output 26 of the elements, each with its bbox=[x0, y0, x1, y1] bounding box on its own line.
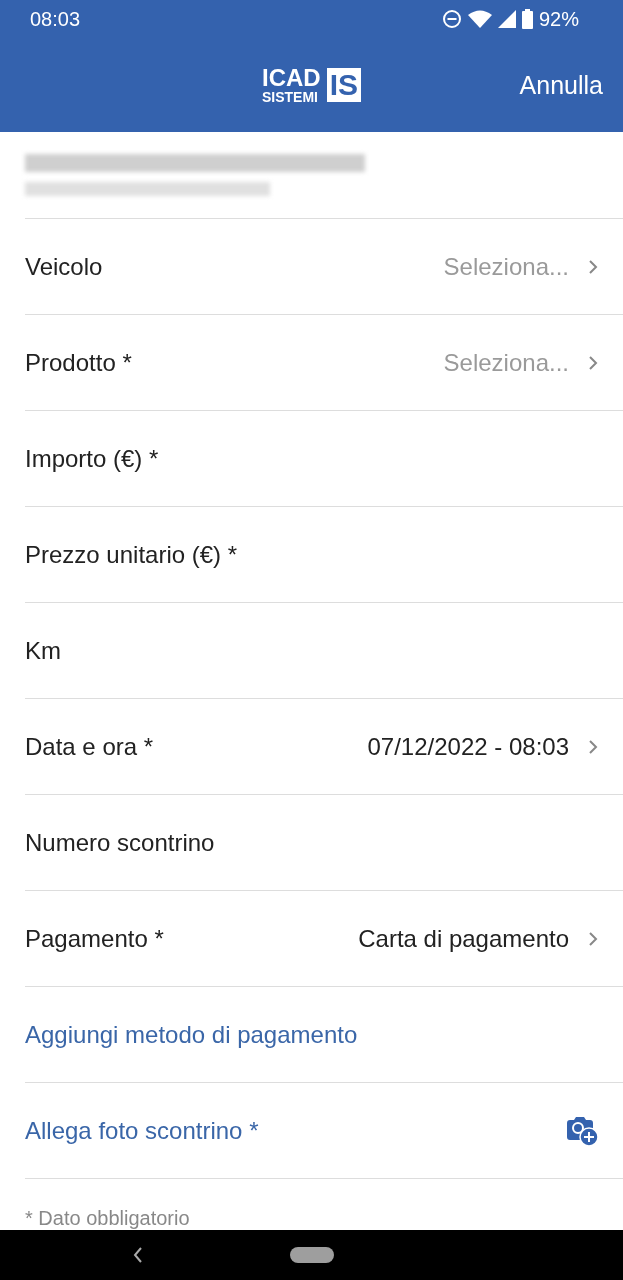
field-label: Prodotto * bbox=[25, 348, 132, 377]
add-photo-icon[interactable] bbox=[565, 1114, 599, 1147]
status-time: 08:03 bbox=[30, 7, 81, 31]
attach-photo-link[interactable]: Allega foto scontrino * bbox=[25, 1116, 259, 1145]
cancel-button[interactable]: Annulla bbox=[519, 70, 603, 100]
add-payment-link[interactable]: Aggiungi metodo di pagamento bbox=[25, 1020, 358, 1049]
input-field[interactable]: Prezzo unitario (€) * bbox=[25, 507, 599, 602]
field-label: Data e ora * bbox=[25, 732, 154, 761]
signal-icon bbox=[497, 10, 516, 28]
field-label: Veicolo bbox=[25, 252, 103, 281]
battery-percent: 92% bbox=[538, 7, 579, 31]
battery-icon bbox=[521, 9, 533, 29]
back-icon[interactable] bbox=[132, 1245, 144, 1265]
logo-text: ICAD bbox=[262, 66, 321, 90]
home-button[interactable] bbox=[290, 1247, 334, 1263]
do-not-disturb-icon bbox=[441, 9, 462, 29]
input-field[interactable]: Numero scontrino bbox=[25, 795, 599, 890]
select-field[interactable]: 07/12/2022 - 08:03 bbox=[367, 732, 599, 761]
required-note: * Dato obbligatorio bbox=[25, 1207, 191, 1230]
wifi-icon bbox=[467, 10, 492, 28]
logo-subtext: SISTEMI bbox=[262, 90, 318, 104]
logo-mark: IS bbox=[326, 68, 361, 102]
field-label: Pagamento * bbox=[25, 924, 164, 953]
input-field[interactable]: Importo (€) * bbox=[25, 411, 599, 506]
input-field[interactable]: Km bbox=[25, 603, 599, 698]
select-field[interactable]: Carta di pagamento bbox=[358, 924, 599, 953]
